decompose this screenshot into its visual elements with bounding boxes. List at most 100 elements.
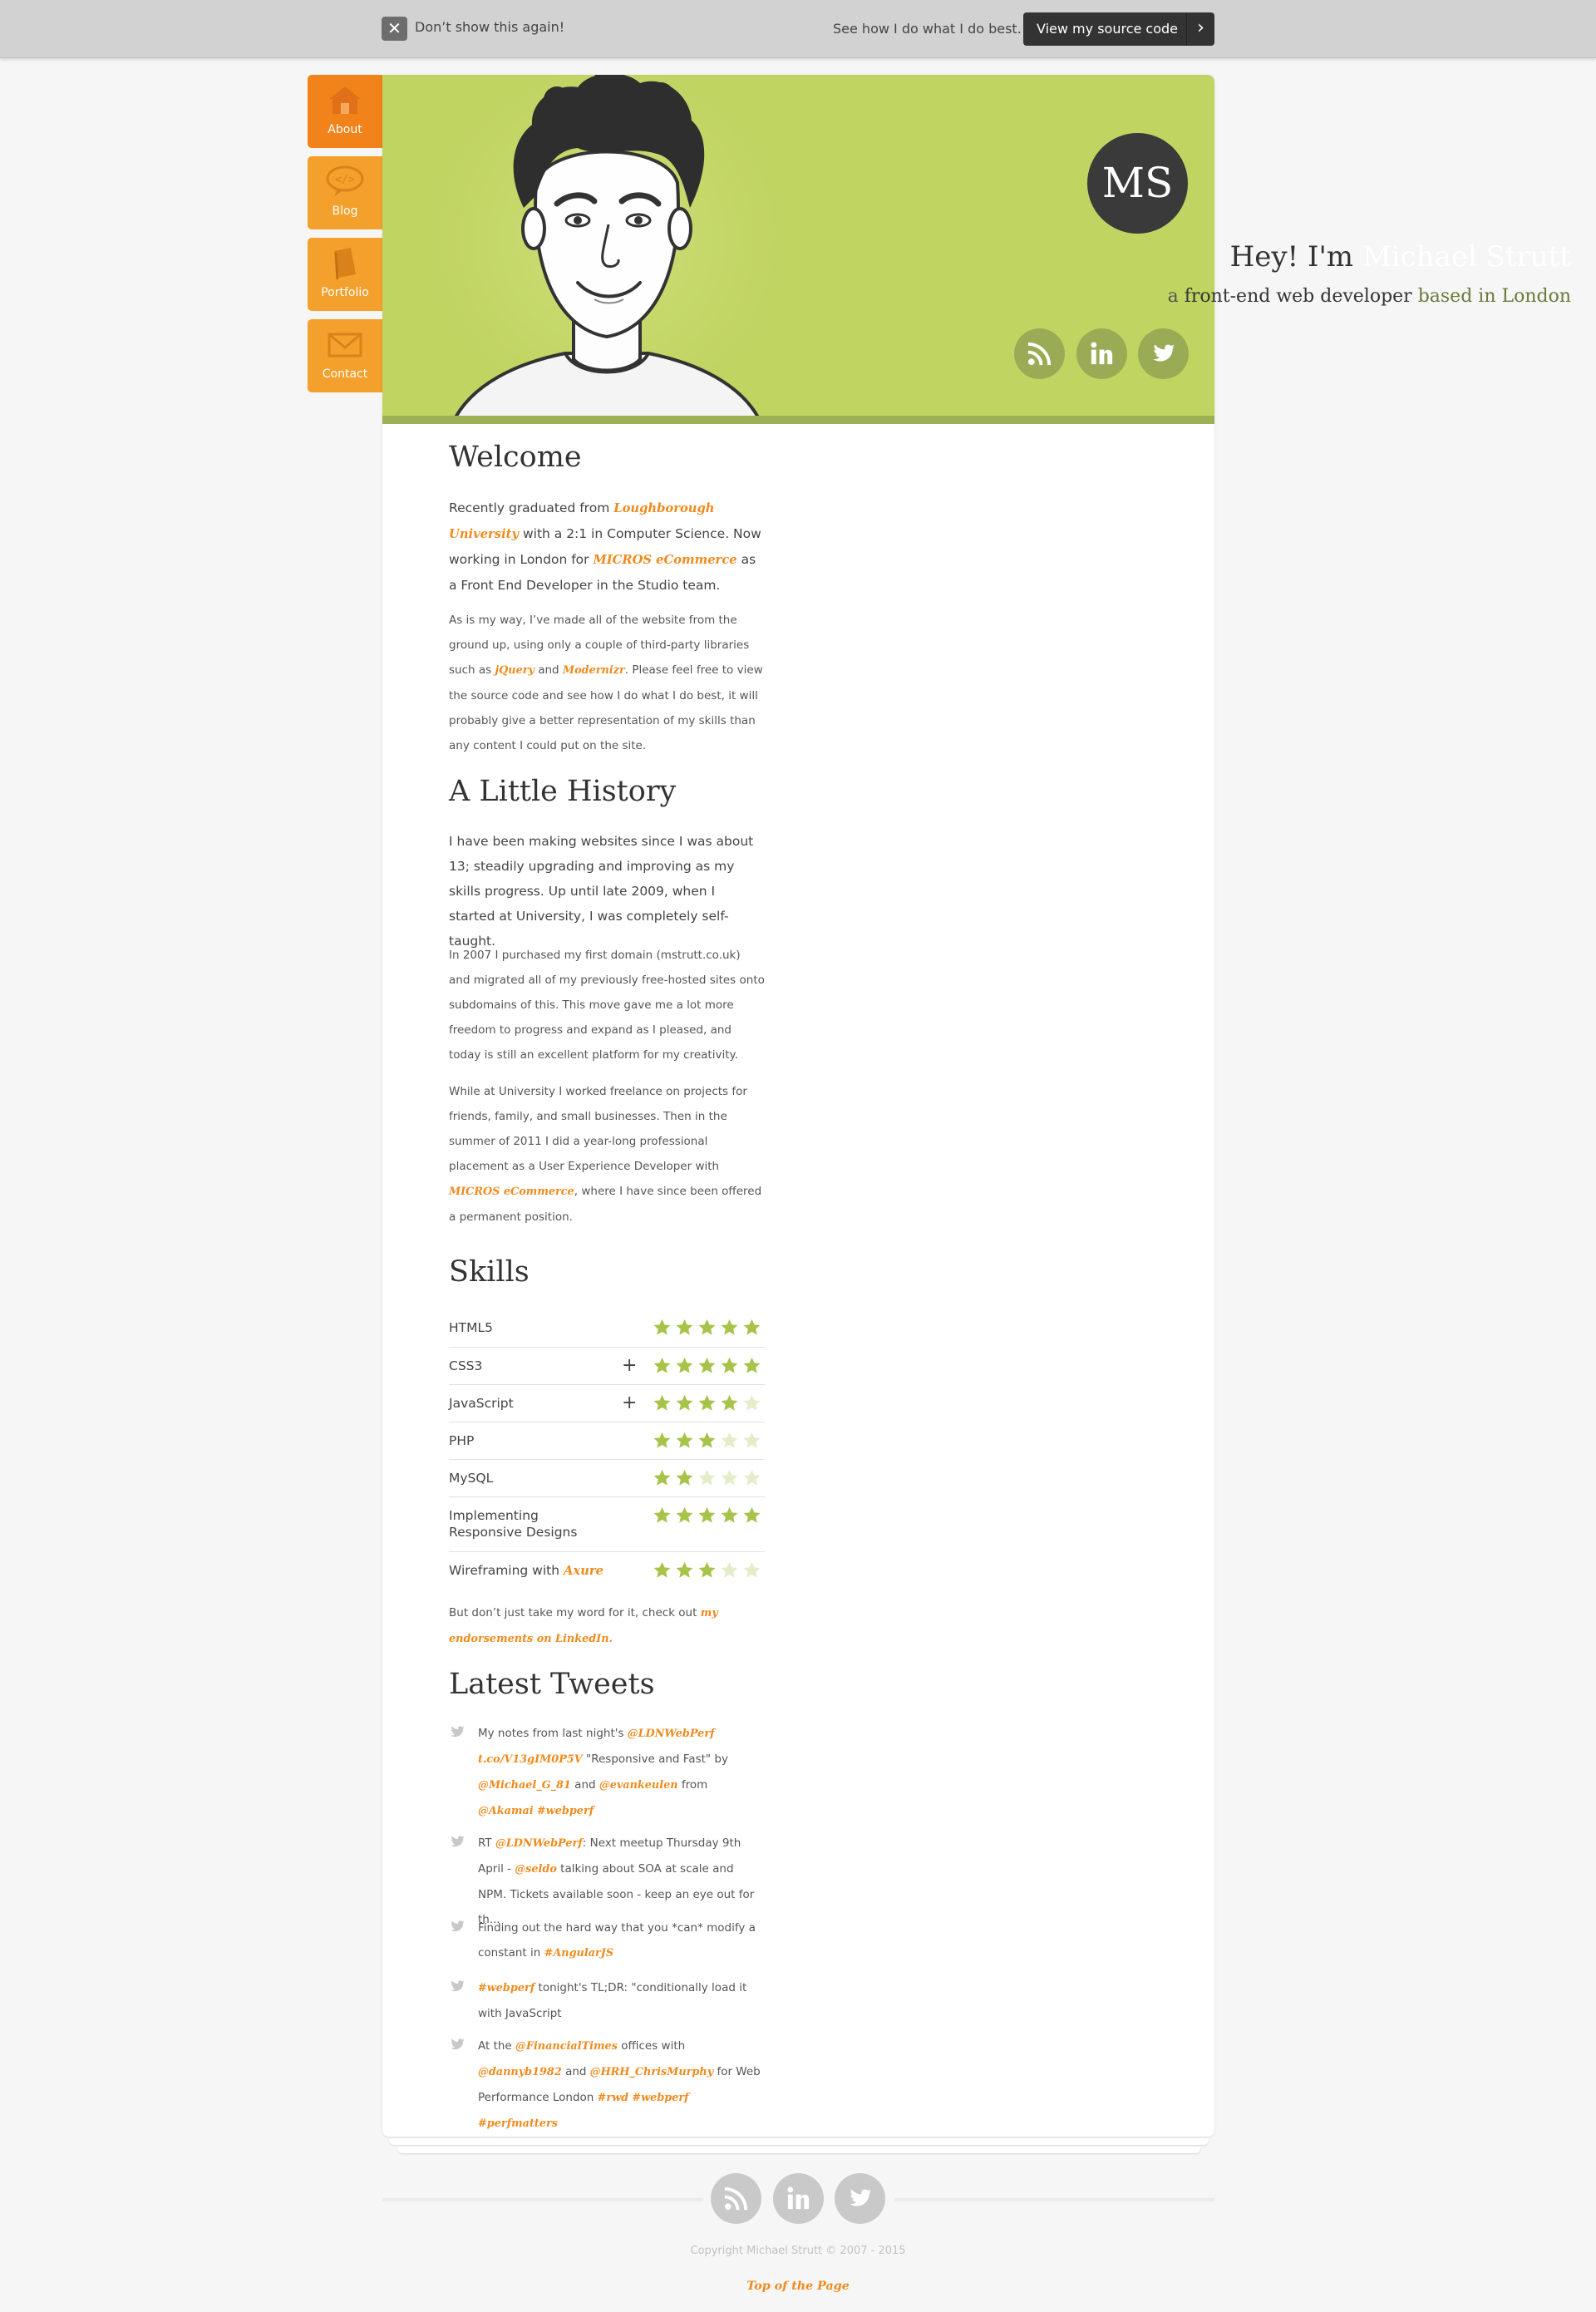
expand-plus-icon[interactable]: +: [622, 1394, 637, 1412]
history-paragraph-2: In 2007 I purchased my first domain (mst…: [449, 949, 765, 1062]
star-filled-icon: [653, 1432, 671, 1448]
link-hashtag[interactable]: #webperf: [478, 1982, 534, 1994]
skills-note: But don’t just take my word for it, chec…: [449, 1600, 765, 1652]
nav-label-about: About: [328, 123, 362, 136]
twitter-button[interactable]: [1138, 328, 1189, 379]
skills-note-paragraph: But don’t just take my word for it, chec…: [449, 1600, 765, 1652]
link-mention[interactable]: @Akamai: [478, 1805, 534, 1817]
code-bubble-icon: </>: [326, 165, 364, 196]
expand-plus-icon[interactable]: +: [622, 1357, 637, 1375]
link-mention[interactable]: @seldo: [515, 1863, 557, 1876]
link-axure[interactable]: Axure: [564, 1564, 603, 1578]
link-mention[interactable]: @dannyb1982: [478, 2066, 562, 2078]
text-span: But don’t just take my word for it, chec…: [449, 1606, 701, 1619]
text-span: and: [570, 1778, 599, 1792]
link-hashtag[interactable]: #rwd: [598, 2092, 628, 2104]
skill-row: HTML5: [449, 1309, 765, 1348]
promo-bar: ✕ Don’t show this again! See how I do wh…: [0, 0, 1596, 58]
link-mention[interactable]: @FinancialTimes: [515, 2040, 618, 2053]
star-filled-icon: [743, 1319, 761, 1335]
rss-icon: [1027, 342, 1052, 366]
link-jquery[interactable]: jQuery: [495, 664, 534, 677]
text-span: from: [677, 1778, 708, 1792]
star-empty-icon: [721, 1561, 738, 1578]
link-hashtag[interactable]: #perfmatters: [478, 2117, 558, 2130]
nav-item-about[interactable]: About: [308, 75, 382, 148]
dont-show-label[interactable]: Don’t show this again!: [415, 19, 564, 35]
envelope-icon: [328, 333, 362, 357]
star-filled-icon: [721, 1506, 738, 1523]
portrait-illustration: [432, 75, 798, 424]
text-span: Finding out the hard way that you *can* …: [478, 1921, 756, 1960]
skill-name: PHP: [449, 1433, 475, 1448]
copyright-text: Copyright Michael Strutt © 2007 - 2015: [690, 2245, 906, 2257]
link-url[interactable]: t.co/V13gIM0P5V: [478, 1753, 583, 1766]
svg-text:</>: </>: [335, 174, 355, 186]
text-span: and: [561, 2065, 590, 2078]
link-hashtag[interactable]: #AngularJS: [544, 1947, 614, 1960]
star-filled-icon: [721, 1394, 738, 1411]
view-source-button[interactable]: View my source code ›: [1023, 12, 1214, 46]
link-mention[interactable]: @LDNWebPerf: [628, 1728, 715, 1740]
rss-button[interactable]: [1014, 328, 1065, 379]
hero-name: Michael Strutt: [1362, 240, 1571, 274]
skill-row: Implementing Responsive Designs: [449, 1497, 765, 1552]
linkedin-button[interactable]: [1076, 328, 1127, 379]
linkedin-icon: [787, 2186, 810, 2210]
link-micros[interactable]: MICROS eCommerce: [593, 553, 736, 567]
star-rating: [653, 1468, 761, 1487]
history-body: In 2007 I purchased my first domain (mst…: [449, 943, 765, 1067]
history-body-2: While at University I worked freelance o…: [449, 1079, 765, 1230]
star-filled-icon: [698, 1432, 716, 1448]
footer-linkedin-button[interactable]: [773, 2173, 824, 2224]
text-span: "Responsive and Fast" by: [582, 1752, 728, 1766]
star-filled-icon: [743, 1506, 761, 1523]
hero-subtitle: a front-end web developer based in Londo…: [906, 286, 1571, 307]
star-filled-icon: [653, 1561, 671, 1578]
skill-row[interactable]: CSS3 +: [449, 1348, 765, 1385]
star-filled-icon: [698, 1394, 716, 1411]
see-how-text: See how I do what I do best.: [833, 21, 1022, 37]
link-mention[interactable]: @Michael_G_81: [478, 1779, 571, 1792]
link-mention[interactable]: @LDNWebPerf: [495, 1837, 583, 1850]
nav-item-contact[interactable]: Contact: [308, 319, 382, 392]
logo-monogram[interactable]: MS: [1087, 133, 1188, 234]
footer-twitter-button[interactable]: [835, 2173, 885, 2224]
link-hashtag[interactable]: #webperf: [632, 2092, 688, 2104]
star-filled-icon: [698, 1357, 716, 1373]
nav-item-blog[interactable]: </> Blog: [308, 156, 382, 229]
text-span: At the: [478, 2039, 516, 2053]
welcome-body: As is my way, I’ve made all of the websi…: [449, 608, 765, 758]
hero-greeting: Hey! I'm: [1229, 240, 1362, 274]
tweets-heading: Latest Tweets: [449, 1668, 655, 1701]
rss-icon: [724, 2186, 748, 2211]
text-span: Recently graduated from: [449, 500, 614, 515]
skills-list: HTML5 CSS3 + JavaScript + PHP MySQL Impl…: [449, 1309, 765, 1590]
star-filled-icon: [653, 1357, 671, 1373]
link-mention[interactable]: @evankeulen: [599, 1779, 678, 1792]
star-empty-icon: [743, 1561, 761, 1578]
footer-rss-button[interactable]: [711, 2173, 761, 2224]
star-filled-icon: [721, 1357, 738, 1373]
skill-row: MySQL: [449, 1460, 765, 1497]
twitter-bird-icon: [451, 1726, 465, 1738]
hero-role: front-end web developer: [1184, 286, 1412, 307]
welcome-lead: Recently graduated from Loughborough Uni…: [449, 495, 765, 598]
star-filled-icon: [698, 1319, 716, 1335]
link-mention[interactable]: @HRH_ChrisMurphy: [590, 2066, 713, 2078]
link-modernizr[interactable]: Modernizr: [563, 664, 625, 677]
twitter-bird-icon: [451, 1836, 465, 1847]
star-filled-icon: [676, 1561, 693, 1578]
link-micros-2[interactable]: MICROS eCommerce: [449, 1186, 574, 1198]
skills-heading: Skills: [449, 1255, 530, 1289]
chevron-right-icon: ›: [1186, 12, 1214, 46]
hero-title: Hey! I'm Michael Strutt: [906, 240, 1571, 274]
nav-label-contact: Contact: [322, 367, 368, 381]
text-span: Wireframing with: [449, 1563, 564, 1578]
nav-item-portfolio[interactable]: Portfolio: [308, 238, 382, 311]
close-icon[interactable]: ✕: [382, 17, 407, 41]
skill-row[interactable]: JavaScript +: [449, 1385, 765, 1422]
link-hashtag[interactable]: #webperf: [537, 1805, 594, 1817]
top-of-page-link[interactable]: Top of the Page: [746, 2280, 850, 2293]
skill-name: Implementing Responsive Designs: [449, 1508, 578, 1540]
